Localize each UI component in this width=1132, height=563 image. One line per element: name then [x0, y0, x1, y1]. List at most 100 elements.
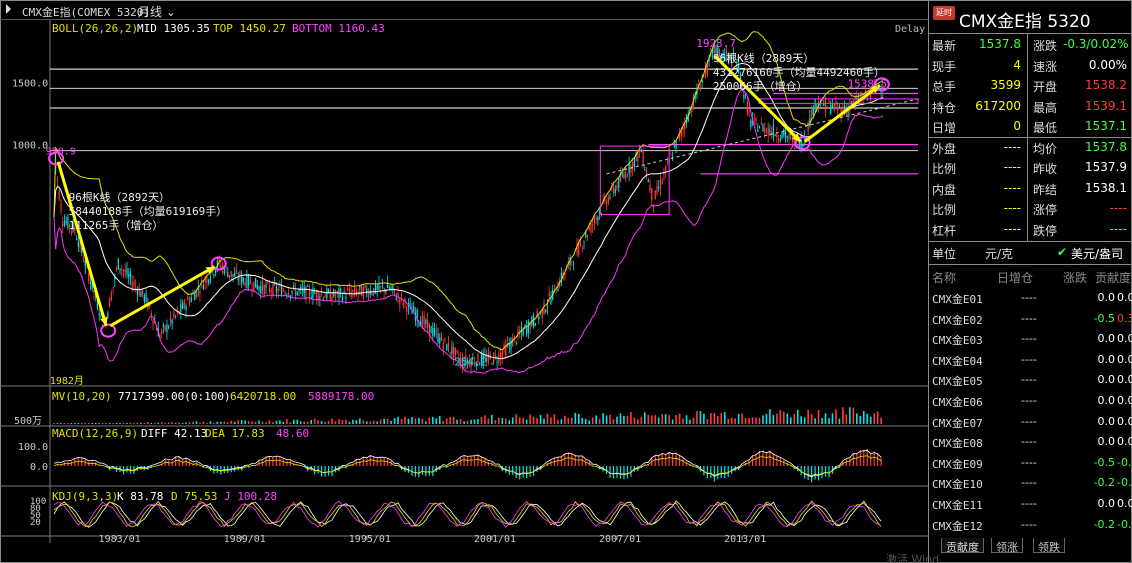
component-row[interactable]: CMX金E04 ---- 0.0 0.0 [929, 349, 1132, 370]
candle-body [395, 298, 397, 300]
candle-body [122, 269, 125, 272]
component-row[interactable]: CMX金E05 ---- 0.0 0.0 [929, 369, 1132, 390]
volume-bar [67, 423, 69, 424]
component-row[interactable]: CMX金E06 ---- 0.0 0.0 [929, 390, 1132, 411]
candle-body [258, 286, 260, 290]
volume-bar [577, 413, 580, 424]
component-row[interactable]: CMX金E08 ---- 0.0 0.0 [929, 431, 1132, 452]
candle-body [750, 120, 752, 128]
candle-body [744, 94, 747, 96]
segment-note: 96根K线（2889天） [713, 51, 814, 65]
volume-bar [657, 417, 660, 424]
volume-bar [91, 423, 94, 424]
candle-body [327, 289, 330, 293]
candle-body [263, 285, 265, 295]
volume-bar [233, 421, 236, 424]
volume-bar [320, 420, 323, 424]
period-selector[interactable]: 月线 ⌄ [138, 3, 176, 20]
candle-body [581, 248, 583, 250]
candle-body [661, 180, 663, 184]
quote-value: 1537.8 [1085, 139, 1127, 154]
volume-bar [477, 418, 479, 424]
quote-value: 1538.2 [1085, 78, 1127, 92]
volume-bar [501, 417, 504, 424]
volume-bar [730, 417, 733, 424]
component-increase: ---- [1021, 517, 1037, 531]
volume-bar [675, 415, 677, 424]
tab-top-gainers[interactable]: 领涨 [991, 538, 1023, 554]
candle-body [326, 288, 328, 299]
component-row[interactable]: CMX金E02 ---- -0.5 0.3 [929, 308, 1132, 329]
component-row[interactable]: CMX金E11 ---- 0.0 0.0 [929, 493, 1132, 514]
component-row[interactable]: CMX金E03 ---- 0.0 0.0 [929, 328, 1132, 349]
candle-body [411, 310, 413, 315]
volume-bar [480, 416, 483, 424]
quote-label: 持仓 [932, 100, 957, 115]
candle-body [513, 336, 516, 338]
unit-option[interactable]: 美元/盎司 [1071, 245, 1123, 262]
component-row[interactable]: CMX金E10 ---- -0.2-0.5 [929, 472, 1132, 493]
tab-contribution[interactable]: 贡献度 [941, 538, 984, 554]
segment-note: 431276160手（均量4492460手） [713, 65, 885, 79]
quote-label: 最低 [1033, 121, 1058, 135]
candle-body [360, 285, 363, 297]
candle-body [449, 351, 451, 354]
component-name: CMX金E06 [932, 395, 983, 409]
volume-bar [282, 421, 285, 424]
candle-body [675, 141, 677, 150]
volume-bar [147, 421, 149, 424]
volume-bar [862, 411, 865, 424]
volume-bar [213, 422, 215, 424]
tab-top-losers[interactable]: 领跌 [1033, 538, 1065, 554]
volume-bar [105, 422, 107, 424]
volume-bar [671, 419, 674, 424]
chart-area[interactable]: 1500.0 1000.0 950.9 254.2 1923.7 1538.5 1982月 9… [0, 20, 928, 543]
play-icon[interactable] [6, 4, 16, 14]
candle-body [807, 122, 809, 131]
price-chart[interactable]: 1500.0 1000.0950.9 254.2 1923.7 1538.5 1982月 9… [0, 20, 928, 543]
volume-bar [720, 413, 723, 424]
candle-body [206, 277, 208, 284]
volume-bar [459, 419, 462, 424]
candle-body [341, 296, 344, 301]
volume-bar [303, 421, 306, 424]
candle-body [392, 285, 394, 290]
candle-body [143, 294, 145, 302]
component-increase: ---- [1021, 311, 1037, 325]
volume-bar [112, 423, 114, 424]
quote-value: 617200 [975, 98, 1021, 113]
volume-bar [355, 420, 358, 424]
boll-top: TOP 1450.27 [213, 22, 286, 35]
volume-bar [835, 409, 837, 424]
candle-body [109, 298, 111, 308]
volume-bar [504, 418, 507, 424]
component-row[interactable]: CMX金E07 ---- 0.0 0.0 [929, 411, 1132, 432]
component-increase: ---- [1021, 414, 1037, 428]
candle-body [616, 185, 618, 189]
volume-bar [313, 418, 316, 424]
candle-body [300, 286, 302, 289]
volume-bar [435, 418, 438, 424]
candle-body [666, 161, 669, 163]
volume-bar [678, 413, 681, 424]
candle-body [63, 221, 66, 226]
candle-body [248, 275, 250, 286]
quote-divider-h [929, 137, 1132, 138]
candle-body [173, 312, 175, 318]
volume-bar [404, 416, 406, 424]
quote-value: 1539.1 [1085, 98, 1127, 113]
component-row[interactable]: CMX金E01 ---- 0.0 0.0 [929, 287, 1132, 308]
component-row[interactable]: CMX金E12 ---- -0.2-0.6 [929, 514, 1132, 535]
volume-bar [188, 422, 191, 424]
volume-bar [661, 414, 663, 424]
component-row[interactable]: CMX金E09 ---- -0.5-0.0 [929, 452, 1132, 473]
candle-body [190, 297, 192, 302]
volume-bar [776, 413, 778, 424]
volume-bar [654, 415, 657, 424]
volume-bar [74, 423, 76, 424]
volume-bar [98, 423, 100, 424]
candle-body [230, 271, 232, 277]
candle-body [213, 274, 215, 276]
volume-bar [525, 419, 528, 424]
unit-value[interactable]: 元/克 [985, 245, 1013, 262]
